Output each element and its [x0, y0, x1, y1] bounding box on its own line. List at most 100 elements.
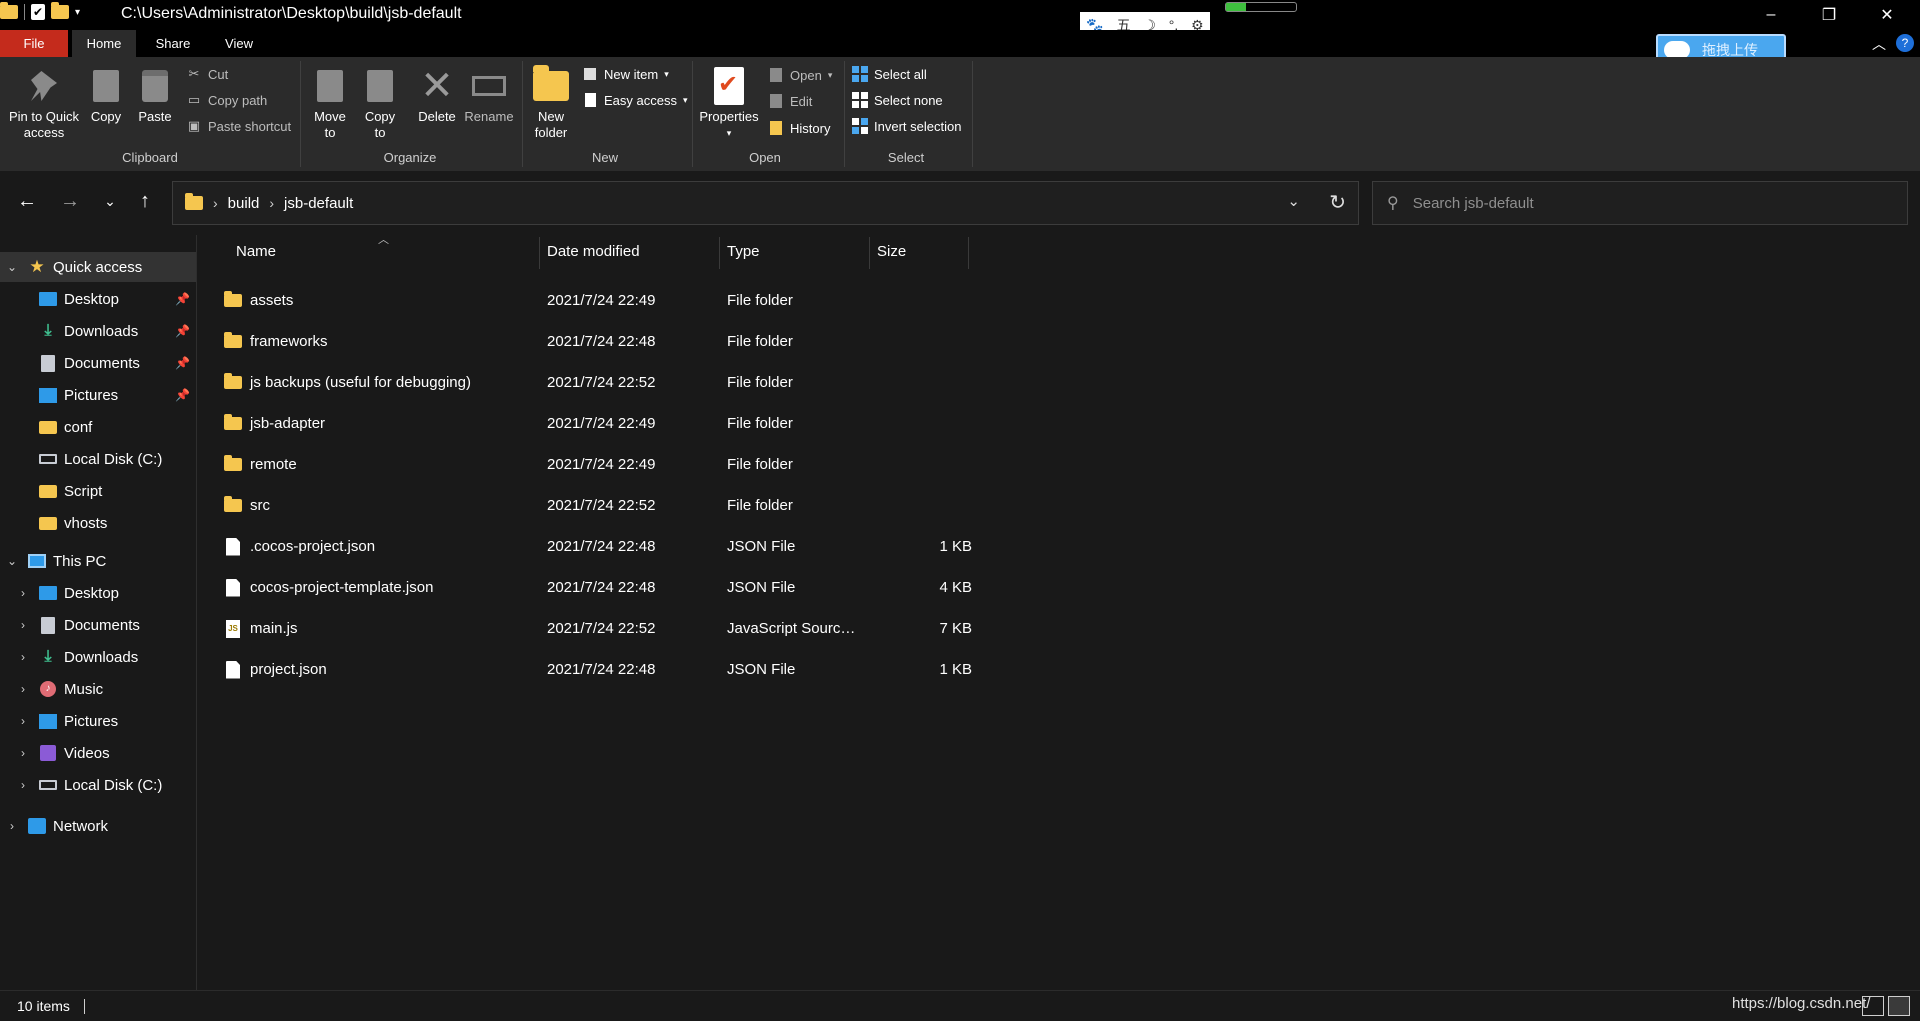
- column-header-date[interactable]: Date modified: [547, 235, 640, 269]
- nav-this-pc[interactable]: ⌄ This PC: [0, 546, 196, 576]
- large-icons-view-button[interactable]: [1888, 996, 1910, 1016]
- chevron-right-icon[interactable]: ›: [16, 714, 30, 728]
- pin-to-quick-access-button[interactable]: Pin to Quick access: [6, 67, 82, 141]
- pin-icon[interactable]: 📌: [175, 388, 190, 402]
- select-none-button[interactable]: Select none: [852, 92, 943, 108]
- nav-quick-access[interactable]: ⌄ ★ Quick access: [0, 252, 196, 282]
- copy-button[interactable]: Copy: [86, 67, 126, 125]
- invert-selection-button[interactable]: Invert selection: [852, 118, 961, 134]
- edit-button[interactable]: Edit: [768, 93, 812, 109]
- column-header-type[interactable]: Type: [727, 235, 760, 269]
- chevron-right-icon[interactable]: ›: [16, 650, 30, 664]
- file-name-cell: assets: [222, 291, 293, 309]
- chevron-right-icon[interactable]: ›: [16, 746, 30, 760]
- chevron-right-icon[interactable]: ›: [16, 778, 30, 792]
- paste-button[interactable]: Paste: [134, 67, 176, 125]
- nav-qa-vhosts[interactable]: vhosts: [0, 508, 196, 538]
- details-view-button[interactable]: [1862, 996, 1884, 1016]
- nav-qa-local-disk[interactable]: Local Disk (C:): [0, 444, 196, 474]
- search-box[interactable]: ⚲: [1372, 181, 1908, 225]
- history-button[interactable]: History: [768, 120, 830, 136]
- table-row[interactable]: remote 2021/7/24 22:49 File folder: [210, 444, 1168, 485]
- properties-button[interactable]: Properties ▾: [698, 67, 760, 141]
- minimize-button[interactable]: –: [1742, 0, 1800, 30]
- tab-view[interactable]: View: [206, 30, 272, 57]
- breadcrumb-jsb-default[interactable]: jsb-default: [284, 195, 353, 212]
- move-to-button[interactable]: Move to: [308, 67, 352, 141]
- delete-button[interactable]: ✕ Delete: [414, 66, 460, 125]
- chevron-down-icon[interactable]: ⌄: [5, 260, 19, 274]
- select-all-button[interactable]: Select all: [852, 66, 927, 82]
- chevron-down-icon[interactable]: ⌄: [5, 554, 19, 568]
- address-dropdown-icon[interactable]: ⌄: [1287, 192, 1300, 210]
- chevron-right-icon[interactable]: ›: [16, 586, 30, 600]
- paste-shortcut-button[interactable]: ▣ Paste shortcut: [186, 118, 291, 134]
- rename-icon: [472, 76, 506, 96]
- rename-button[interactable]: Rename: [464, 67, 514, 125]
- copy-to-button[interactable]: Copy to: [358, 67, 402, 141]
- chevron-right-icon[interactable]: ›: [16, 618, 30, 632]
- easy-access-button[interactable]: Easy access ▾: [582, 92, 688, 108]
- table-row[interactable]: src 2021/7/24 22:52 File folder: [210, 485, 1168, 526]
- nav-pc-music[interactable]: › ♪ Music: [0, 674, 196, 704]
- nav-pc-documents[interactable]: › Documents: [0, 610, 196, 640]
- up-button[interactable]: ↑: [131, 187, 159, 215]
- column-header-name[interactable]: Name: [236, 235, 276, 269]
- column-divider[interactable]: [719, 237, 720, 269]
- nav-qa-pictures[interactable]: Pictures 📌: [0, 380, 196, 410]
- nav-pc-downloads[interactable]: › ⤓ Downloads: [0, 642, 196, 672]
- restore-button[interactable]: ❐: [1800, 0, 1858, 30]
- nav-qa-documents[interactable]: Documents 📌: [0, 348, 196, 378]
- table-row[interactable]: assets 2021/7/24 22:49 File folder: [210, 280, 1168, 321]
- column-divider[interactable]: [869, 237, 870, 269]
- tab-home[interactable]: Home: [72, 30, 136, 57]
- column-header-size[interactable]: Size: [877, 235, 906, 269]
- chevron-right-icon[interactable]: ›: [16, 682, 30, 696]
- close-button[interactable]: ✕: [1858, 0, 1916, 30]
- breadcrumb-build[interactable]: build: [228, 195, 260, 212]
- nav-pc-local-disk[interactable]: › Local Disk (C:): [0, 770, 196, 800]
- chevron-right-icon[interactable]: ›: [5, 819, 19, 833]
- nav-qa-desktop[interactable]: Desktop 📌: [0, 284, 196, 314]
- nav-qa-script[interactable]: Script: [0, 476, 196, 506]
- nav-network[interactable]: › Network: [0, 811, 196, 841]
- help-icon[interactable]: ?: [1896, 34, 1914, 52]
- tab-share[interactable]: Share: [140, 30, 206, 57]
- table-row[interactable]: JS main.js 2021/7/24 22:52 JavaScript Sourc…: [210, 608, 1168, 649]
- recent-locations-button[interactable]: ⌄: [96, 187, 124, 215]
- column-divider[interactable]: [968, 237, 969, 269]
- cut-button[interactable]: ✂ Cut: [186, 66, 229, 82]
- table-row[interactable]: .cocos-project.json 2021/7/24 22:48 JSON F…: [210, 526, 1168, 567]
- open-button[interactable]: Open ▾: [768, 67, 832, 83]
- pin-icon[interactable]: 📌: [175, 324, 190, 338]
- new-folder-button[interactable]: New folder: [530, 65, 572, 141]
- search-input[interactable]: [1412, 194, 1863, 212]
- new-item-button[interactable]: New item ▾: [582, 66, 669, 82]
- nav-pc-pictures[interactable]: › Pictures: [0, 706, 196, 736]
- nav-pc-desktop[interactable]: › Desktop: [0, 578, 196, 608]
- back-button[interactable]: ←: [13, 187, 41, 215]
- nav-pc-videos[interactable]: › Videos: [0, 738, 196, 768]
- date-modified: 2021/7/24 22:49: [547, 415, 656, 432]
- nav-qa-conf[interactable]: conf: [0, 412, 196, 442]
- column-divider[interactable]: [539, 237, 540, 269]
- collapse-ribbon-icon[interactable]: ︿: [1872, 34, 1886, 54]
- copy-path-button[interactable]: ▭ Copy path: [186, 92, 267, 108]
- table-row[interactable]: jsb-adapter 2021/7/24 22:49 File folder: [210, 403, 1168, 444]
- new-folder-icon[interactable]: [51, 2, 69, 19]
- nav-qa-downloads[interactable]: ⤓ Downloads 📌: [0, 316, 196, 346]
- table-row[interactable]: js backups (useful for debugging) 2021/7/…: [210, 362, 1168, 403]
- address-bar[interactable]: › build › jsb-default ⌄ ↻: [172, 181, 1359, 225]
- customize-toolbar-icon[interactable]: ▾: [75, 7, 80, 18]
- pin-icon[interactable]: 📌: [175, 356, 190, 370]
- forward-button[interactable]: →: [56, 187, 84, 215]
- refresh-icon[interactable]: ↻: [1329, 190, 1346, 215]
- tab-file[interactable]: File: [0, 30, 68, 57]
- properties-check-icon[interactable]: ✔: [31, 4, 45, 20]
- table-row[interactable]: cocos-project-template.json 2021/7/24 22:…: [210, 567, 1168, 608]
- file-name-cell: remote: [222, 455, 297, 473]
- table-row[interactable]: project.json 2021/7/24 22:48 JSON File 1 KB: [210, 649, 1168, 690]
- table-row[interactable]: frameworks 2021/7/24 22:48 File folder: [210, 321, 1168, 362]
- new-folder-icon: [533, 65, 569, 101]
- pin-icon[interactable]: 📌: [175, 292, 190, 306]
